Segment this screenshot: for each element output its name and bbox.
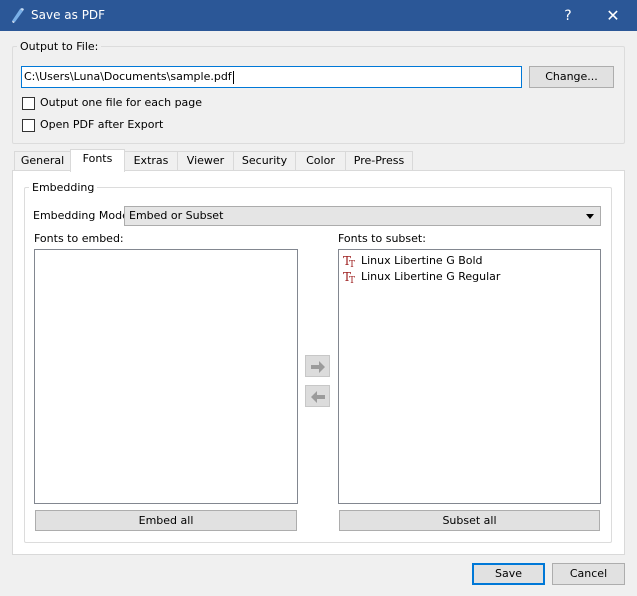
window-title: Save as PDF <box>31 8 106 22</box>
output-path-value: C:\Users\Luna\Documents\sample.pdf <box>24 70 232 83</box>
checkbox-box[interactable] <box>22 96 35 110</box>
arrow-left-icon <box>311 391 325 403</box>
tab-viewer[interactable]: Viewer <box>177 151 234 171</box>
tab-general[interactable]: General <box>14 151 71 171</box>
list-item[interactable]: T T Linux Libertine G Regular <box>339 269 600 286</box>
help-button[interactable]: ? <box>554 6 582 26</box>
embedding-mode-value: Embed or Subset <box>129 209 224 222</box>
truetype-font-icon: TT <box>343 254 356 270</box>
font-name: Linux Libertine G Regular <box>361 270 501 283</box>
embed-all-button[interactable]: Embed all <box>35 510 297 531</box>
output-group-label: Output to File: <box>20 40 99 53</box>
subset-all-button[interactable]: Subset all <box>339 510 600 531</box>
one-file-per-page-checkbox[interactable]: Output one file for each page <box>22 96 202 112</box>
font-name: Linux Libertine G Bold <box>361 254 483 267</box>
embedding-mode-label: Embedding Mode: <box>33 209 133 222</box>
arrow-right-icon <box>311 361 325 373</box>
title-bar: Save as PDF ? ✕ <box>0 0 637 31</box>
text-caret <box>232 70 234 84</box>
fonts-to-subset-label: Fonts to subset: <box>338 232 426 245</box>
chevron-down-icon <box>586 214 594 219</box>
tab-security[interactable]: Security <box>233 151 296 171</box>
change-button[interactable]: Change... <box>529 66 614 88</box>
embedding-mode-select[interactable]: Embed or Subset <box>124 206 601 226</box>
tab-fonts[interactable]: Fonts <box>70 149 125 172</box>
save-button[interactable]: Save <box>472 563 545 585</box>
fonts-to-embed-list[interactable] <box>34 249 298 504</box>
close-button[interactable]: ✕ <box>598 5 628 27</box>
tab-pre-press[interactable]: Pre-Press <box>345 151 413 171</box>
fonts-to-subset-list[interactable]: T T Linux Libertine G Bold T T Linux Liberti… <box>338 249 601 504</box>
open-after-export-label: Open PDF after Export <box>40 118 164 131</box>
truetype-font-icon: TT <box>343 270 356 286</box>
move-to-subset-button[interactable] <box>305 355 330 377</box>
tab-color[interactable]: Color <box>295 151 346 171</box>
embedding-group-label: Embedding <box>32 181 95 194</box>
app-icon <box>12 8 24 23</box>
cancel-button[interactable]: Cancel <box>552 563 625 585</box>
checkbox-box[interactable] <box>22 118 35 132</box>
move-to-embed-button[interactable] <box>305 385 330 407</box>
list-item[interactable]: T T Linux Libertine G Bold <box>339 253 600 270</box>
output-path-input[interactable]: C:\Users\Luna\Documents\sample.pdf <box>21 66 522 88</box>
fonts-to-embed-label: Fonts to embed: <box>34 232 124 245</box>
open-after-export-checkbox[interactable]: Open PDF after Export <box>22 118 163 134</box>
one-file-per-page-label: Output one file for each page <box>40 96 203 109</box>
tab-extras[interactable]: Extras <box>124 151 178 171</box>
